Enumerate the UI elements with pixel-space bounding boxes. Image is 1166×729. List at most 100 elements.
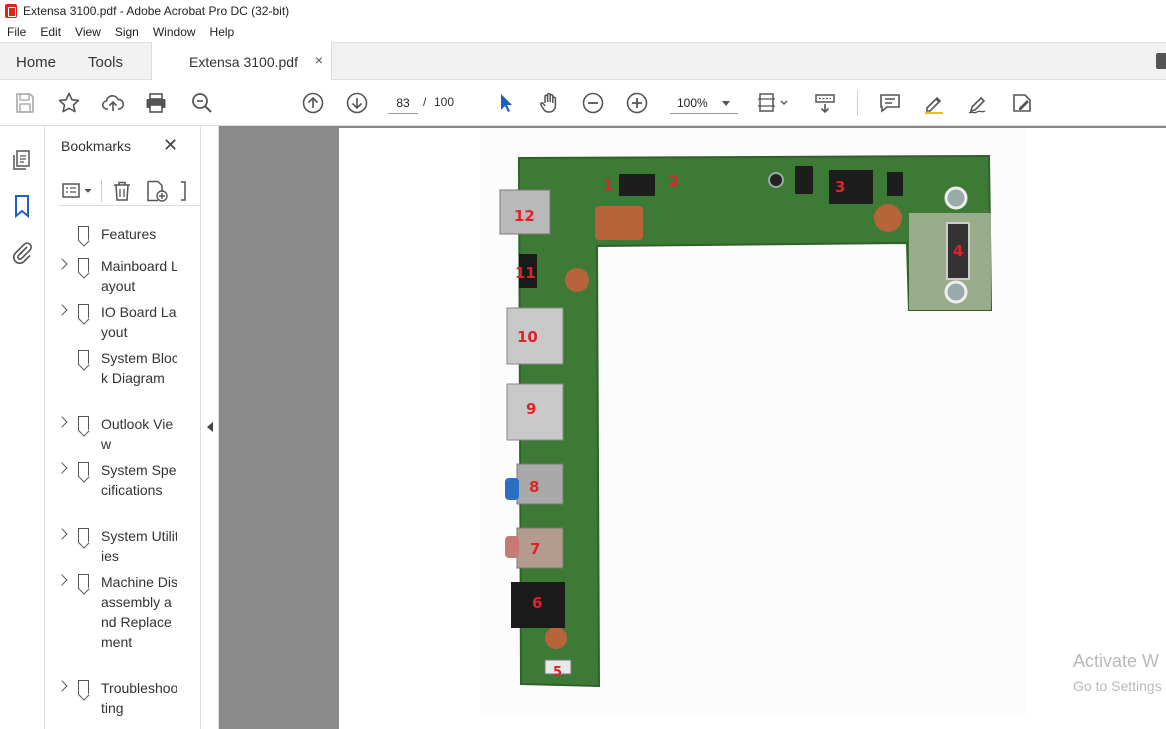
- tab-close-icon[interactable]: ×: [315, 52, 323, 68]
- bookmark-label: Outlook View: [101, 416, 174, 452]
- hand-tool-icon[interactable]: [536, 90, 562, 116]
- toolbar: 83 / 100 100%: [0, 80, 1166, 126]
- board-label: 2: [669, 172, 679, 190]
- sign-pen-icon[interactable]: [965, 90, 991, 116]
- chevron-right-icon[interactable]: [56, 416, 68, 428]
- select-cursor-icon[interactable]: [493, 90, 519, 116]
- bookmark-list: Features Mainboard Layout IO Board Layou…: [45, 218, 177, 728]
- more-options-icon[interactable]: [179, 180, 189, 202]
- chevron-right-icon[interactable]: [56, 462, 68, 474]
- left-rail: [0, 126, 45, 729]
- comment-icon[interactable]: [1156, 53, 1166, 69]
- io-board-image: 1 2 3 4 5 6 7 8 9 10 11 12: [480, 128, 1026, 716]
- mount-hole: [944, 186, 968, 210]
- chip: [887, 172, 903, 196]
- bookmark-label: System Specifications: [101, 462, 177, 498]
- bookmarks-toolbar: [59, 178, 201, 206]
- activation-watermark: Activate W: [1073, 651, 1160, 671]
- edit-pdf-icon[interactable]: [1009, 90, 1035, 116]
- chevron-right-icon[interactable]: [56, 258, 68, 270]
- save-icon[interactable]: [12, 90, 38, 116]
- chevron-left-icon[interactable]: [207, 422, 213, 432]
- board-label: 10: [517, 328, 538, 346]
- board-label: 1: [603, 176, 613, 194]
- scrolling-mode-icon[interactable]: [812, 90, 838, 116]
- bookmarks-panel: Bookmarks ✕ Features Mainboard Layout IO…: [45, 126, 238, 729]
- chevron-right-icon[interactable]: [56, 680, 68, 692]
- menu-file[interactable]: File: [0, 25, 33, 39]
- attachment-icon[interactable]: [10, 240, 34, 264]
- chevron-down-icon: [722, 101, 730, 106]
- menu-view[interactable]: View: [68, 25, 108, 39]
- bookmark-panel-icon[interactable]: [10, 194, 34, 219]
- toolbar-divider: [857, 90, 858, 116]
- mount-hole: [944, 280, 968, 304]
- zoom-out-icon[interactable]: [580, 90, 606, 116]
- window-title: Extensa 3100.pdf - Adobe Acrobat Pro DC …: [23, 4, 290, 18]
- board-label: 12: [514, 207, 535, 225]
- audio-jack-pink: [505, 536, 519, 558]
- menu-edit[interactable]: Edit: [33, 25, 68, 39]
- next-page-icon[interactable]: [344, 90, 370, 116]
- activation-watermark-sub: Go to Settings: [1073, 678, 1162, 694]
- page-total: 100: [434, 95, 455, 109]
- star-icon[interactable]: [56, 90, 82, 116]
- toolbar-divider: [101, 180, 102, 202]
- copper-pad: [565, 268, 589, 292]
- board-label: 11: [515, 264, 536, 282]
- bookmark-icon: [78, 350, 89, 365]
- copper-pad: [874, 204, 902, 232]
- bookmark-label: Machine Disassembly and Replacement: [101, 574, 177, 650]
- tab-bar: Home Tools Extensa 3100.pdf ×: [0, 42, 1166, 80]
- chevron-right-icon[interactable]: [56, 528, 68, 540]
- copper-pad: [545, 627, 567, 649]
- new-bookmark-icon[interactable]: [145, 180, 169, 202]
- page-thumbnails-icon[interactable]: [10, 148, 34, 172]
- zoom-in-icon[interactable]: [624, 90, 650, 116]
- board-label: 5: [553, 665, 562, 680]
- highlight-pen-icon[interactable]: [921, 90, 947, 116]
- comment-icon[interactable]: [877, 90, 903, 116]
- page-number-input[interactable]: 83: [388, 92, 418, 114]
- zoom-value: 100%: [677, 96, 708, 110]
- delete-icon[interactable]: [111, 180, 133, 202]
- chip: [795, 166, 813, 194]
- bookmark-icon: [78, 680, 89, 695]
- pdf-page: 1 2 3 4 5 6 7 8 9 10 11 12 Activate W Go…: [339, 128, 1166, 729]
- audio-jack: [516, 463, 564, 505]
- board-label: 9: [526, 400, 536, 418]
- zoom-search-icon[interactable]: [189, 90, 215, 116]
- menu-window[interactable]: Window: [146, 25, 203, 39]
- bookmark-label: System Utilities: [101, 528, 177, 564]
- menu-bar: File Edit View Sign Window Help: [0, 22, 1166, 42]
- previous-page-icon[interactable]: [300, 90, 326, 116]
- upload-cloud-icon[interactable]: [100, 90, 126, 116]
- bookmark-icon: [78, 462, 89, 477]
- chevron-right-icon[interactable]: [56, 304, 68, 316]
- bookmark-icon: [78, 574, 89, 589]
- audio-jack-blue: [505, 478, 519, 500]
- menu-sign[interactable]: Sign: [108, 25, 146, 39]
- bookmark-label: System Block Diagram: [101, 350, 177, 386]
- acrobat-icon: [5, 4, 17, 18]
- bookmark-icon: [78, 258, 89, 273]
- tab-tools[interactable]: Tools: [88, 54, 123, 71]
- chip: [619, 174, 655, 196]
- page-separator: /: [423, 95, 427, 109]
- chevron-right-icon[interactable]: [56, 574, 68, 586]
- tab-document[interactable]: Extensa 3100.pdf ×: [151, 42, 332, 80]
- panel-collapse-strip[interactable]: [201, 126, 219, 729]
- tab-home[interactable]: Home: [16, 54, 56, 71]
- bookmark-icon: [78, 528, 89, 543]
- page-fit-icon[interactable]: [756, 90, 792, 116]
- print-icon[interactable]: [143, 90, 169, 116]
- menu-help[interactable]: Help: [203, 25, 242, 39]
- bookmark-options-icon[interactable]: [61, 180, 95, 202]
- zoom-select[interactable]: 100%: [670, 92, 738, 114]
- bookmark-label: Features: [101, 226, 157, 242]
- close-icon[interactable]: ✕: [163, 135, 178, 156]
- bookmark-label: Mainboard Layout: [101, 258, 177, 294]
- board-label: 3: [835, 178, 845, 196]
- document-viewer[interactable]: 1 2 3 4 5 6 7 8 9 10 11 12 Activate W Go…: [219, 126, 1166, 729]
- board-label: 6: [532, 594, 542, 612]
